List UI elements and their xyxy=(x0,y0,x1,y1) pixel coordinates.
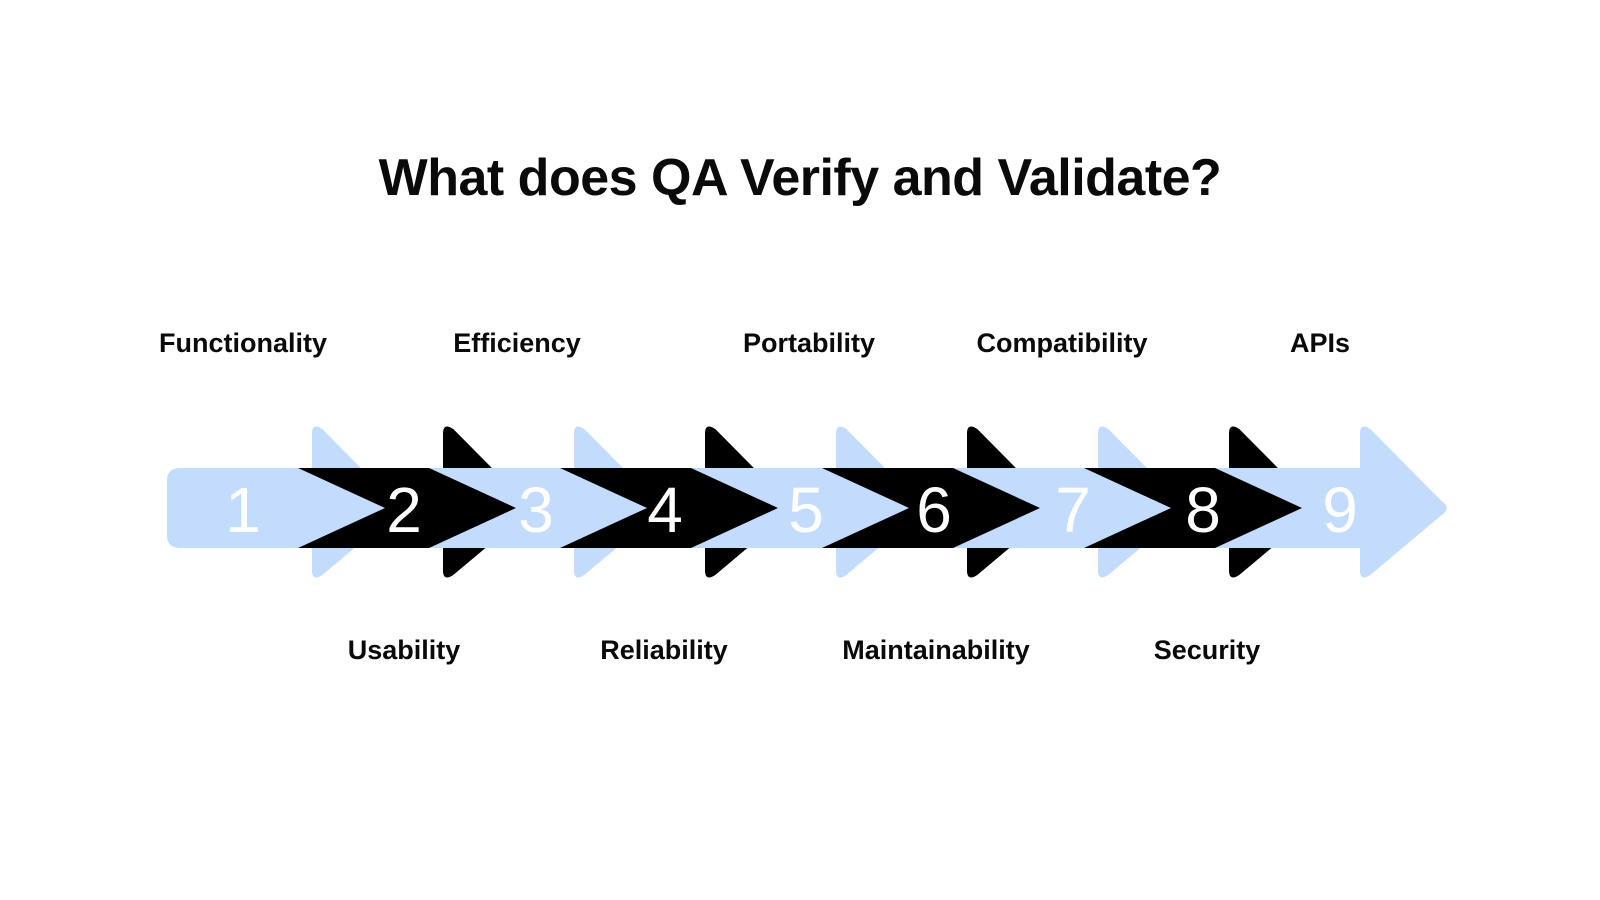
step-label-functionality: Functionality xyxy=(159,328,327,358)
step-number-7: 7 xyxy=(1055,474,1091,546)
step-label-efficiency: Efficiency xyxy=(453,328,581,358)
chevron-arrow-step-1[interactable] xyxy=(167,426,399,578)
slide-canvas: What does QA Verify and Validate? 123456… xyxy=(0,0,1600,900)
step-number-3: 3 xyxy=(518,474,554,546)
step-number-8: 8 xyxy=(1185,474,1221,546)
step-label-apis: APIs xyxy=(1289,328,1351,358)
step-label-maintainability: Maintainability xyxy=(842,635,1030,665)
step-number-2: 2 xyxy=(386,474,422,546)
chevron-arrows-graphic: 1 2 3 4 5 6 7 8 9 xyxy=(167,426,1447,578)
step-number-1: 1 xyxy=(225,474,261,546)
step-label-reliability: Reliability xyxy=(600,635,728,665)
chevron-process-diagram: 1 2 3 4 5 6 7 8 9 Functionality Usability Efficien… xyxy=(0,0,1600,900)
step-number-5: 5 xyxy=(788,474,824,546)
step-number-6: 6 xyxy=(916,474,952,546)
step-label-portability: Portability xyxy=(742,328,876,358)
step-label-usability: Usability xyxy=(347,635,461,665)
step-number-9: 9 xyxy=(1322,474,1358,546)
step-number-4: 4 xyxy=(647,474,683,546)
step-label-compatibility: Compatibility xyxy=(976,328,1148,358)
step-label-security: Security xyxy=(1153,635,1261,665)
